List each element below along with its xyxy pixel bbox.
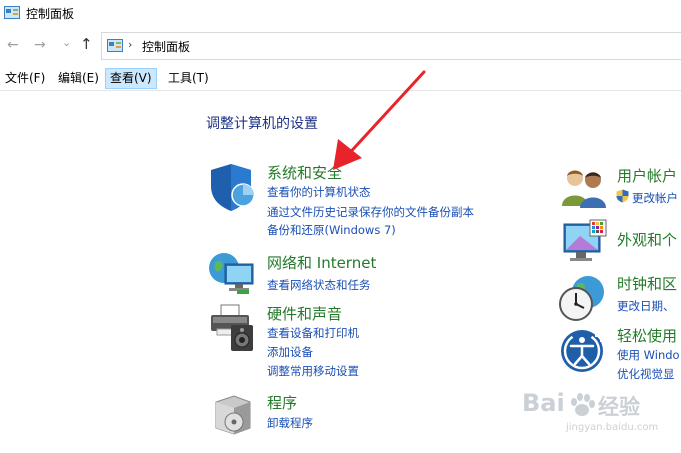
user-accounts-icon[interactable] — [560, 166, 608, 208]
forward-arrow-icon[interactable]: → — [34, 38, 46, 52]
link-file-history-backup[interactable]: 通过文件历史记录保存你的文件备份副本 — [267, 204, 474, 220]
menu-edit[interactable]: 编辑(E) — [54, 68, 103, 89]
category-programs[interactable]: 程序 — [267, 392, 297, 413]
category-user-accounts[interactable]: 用户帐户 — [617, 165, 677, 186]
category-hardware-sound[interactable]: 硬件和声音 — [267, 303, 342, 324]
link-backup-restore-win7[interactable]: 备份和还原(Windows 7) — [267, 222, 396, 238]
control-panel-icon — [4, 6, 20, 19]
menu-view[interactable]: 查看(V) — [105, 68, 157, 89]
category-clock-region[interactable]: 时钟和区 — [617, 273, 677, 294]
category-system-security[interactable]: 系统和安全 — [267, 162, 342, 183]
control-panel-icon — [107, 39, 123, 52]
breadcrumb-chevron-icon[interactable]: › — [128, 38, 132, 51]
link-uninstall-program[interactable]: 卸载程序 — [267, 415, 313, 431]
link-change-date-time[interactable]: 更改日期、 — [617, 298, 675, 314]
hardware-sound-printer-icon[interactable] — [207, 303, 257, 353]
menu-bar: 文件(F) 编辑(E) 查看(V) 工具(T) — [0, 68, 681, 91]
up-arrow-icon[interactable]: ↑ — [80, 37, 93, 52]
uac-shield-icon — [616, 189, 629, 203]
baidu-paw-icon — [571, 393, 595, 416]
link-devices-printers[interactable]: 查看设备和打印机 — [267, 325, 359, 341]
category-ease-of-access[interactable]: 轻松使用 — [617, 325, 677, 346]
category-appearance-personalization[interactable]: 外观和个 — [617, 229, 677, 250]
window-title: 控制面板 — [26, 7, 75, 21]
page-heading: 调整计算机的设置 — [206, 116, 318, 132]
address-bar[interactable]: › 控制面板 — [101, 32, 681, 60]
link-change-account-type[interactable]: 更改帐户 — [632, 190, 678, 206]
menu-file[interactable]: 文件(F) — [1, 68, 49, 89]
link-add-device[interactable]: 添加设备 — [267, 344, 313, 360]
ease-of-access-icon[interactable] — [559, 328, 605, 374]
clock-region-icon[interactable] — [558, 274, 606, 322]
title-bar: 控制面板 — [0, 0, 681, 28]
link-optimize-visual-display[interactable]: 优化视觉显 — [617, 366, 675, 382]
network-internet-globe-icon[interactable] — [207, 250, 257, 296]
back-arrow-icon[interactable]: ← — [7, 38, 19, 52]
watermark-url: jingyan.baidu.com — [566, 422, 659, 433]
breadcrumb-control-panel[interactable]: 控制面板 — [142, 38, 190, 55]
baidu-watermark: Bai 经验 jingyan.baidu.com — [522, 389, 681, 439]
watermark-brand: Bai — [522, 389, 565, 417]
menu-tools[interactable]: 工具(T) — [164, 68, 213, 89]
appearance-personalization-icon[interactable] — [560, 218, 608, 266]
system-security-shield-icon[interactable] — [207, 162, 255, 212]
programs-box-icon[interactable] — [210, 392, 256, 436]
link-use-windows-suggestions[interactable]: 使用 Windo — [617, 347, 680, 363]
watermark-brand-tail: 经验 — [598, 395, 640, 419]
link-view-computer-status[interactable]: 查看你的计算机状态 — [267, 184, 371, 200]
navigation-bar: ← → ⌄ ↑ › 控制面板 — [0, 28, 681, 64]
recent-locations-chevron-icon[interactable]: ⌄ — [62, 36, 71, 50]
link-mobility-settings[interactable]: 调整常用移动设置 — [267, 363, 359, 379]
link-network-status-tasks[interactable]: 查看网络状态和任务 — [267, 277, 371, 293]
category-network-internet[interactable]: 网络和 Internet — [267, 252, 376, 273]
